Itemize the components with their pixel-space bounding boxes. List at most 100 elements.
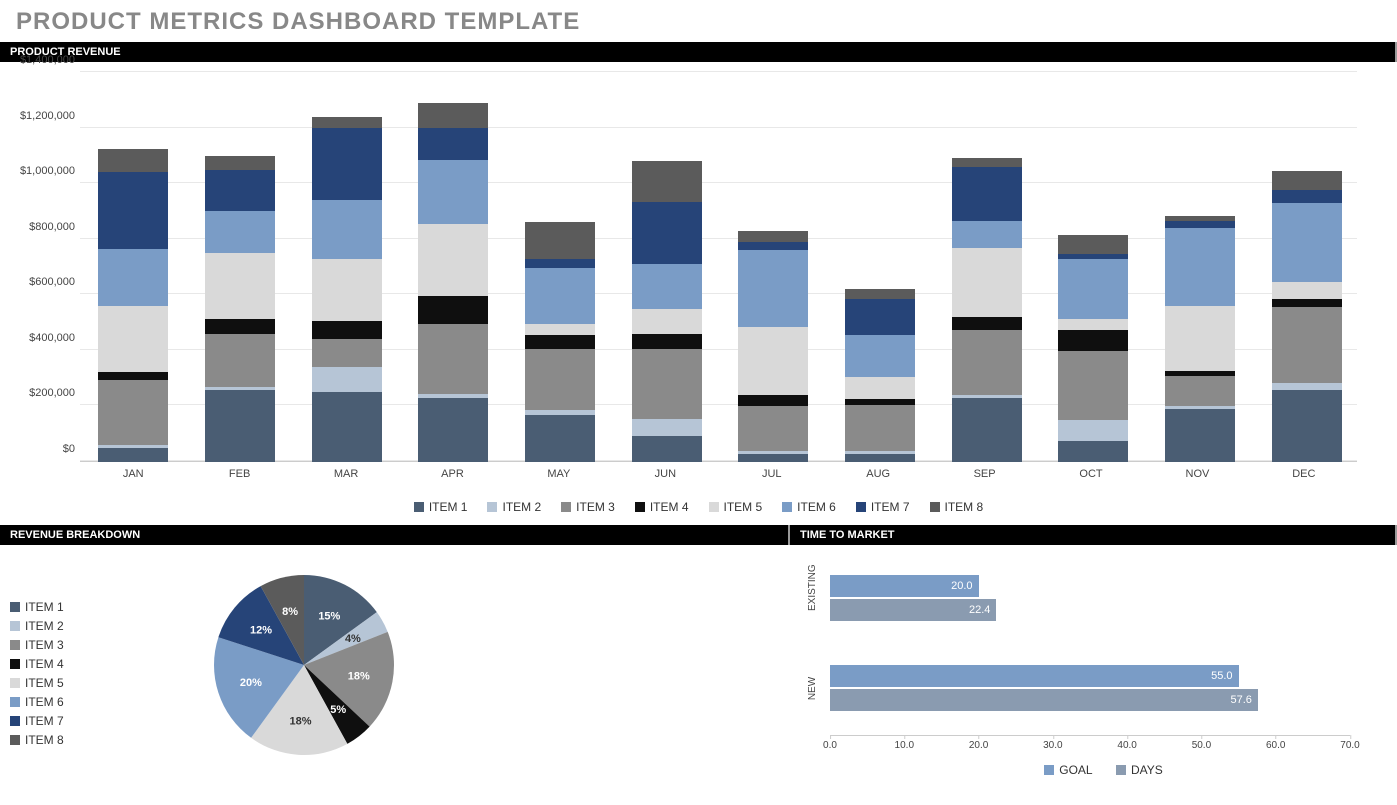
section-header-breakdown: REVENUE BREAKDOWN: [0, 525, 790, 545]
pie-legend-item: ITEM 5: [10, 676, 64, 690]
legend-item: ITEM 6: [782, 500, 836, 514]
bar-segment: [1272, 171, 1342, 191]
x-axis-label: SEP: [931, 462, 1037, 492]
x-axis-label: AUG: [825, 462, 931, 492]
x-axis-label: FEB: [186, 462, 292, 492]
legend-item: ITEM 3: [561, 500, 615, 514]
bar-segment: [418, 398, 488, 462]
pie-legend-item: ITEM 3: [10, 638, 64, 652]
x-axis-label: MAY: [506, 462, 612, 492]
hbar-xtick: 50.0: [1192, 740, 1211, 751]
bar-segment: [952, 158, 1022, 166]
bar-segment: [205, 211, 275, 253]
bar-segment: [418, 160, 488, 224]
bar-oct: [1058, 235, 1128, 462]
bar-segment: [632, 334, 702, 349]
legend-item: ITEM 7: [856, 500, 910, 514]
hbar: 57.6: [830, 689, 1258, 711]
bar-sep: [952, 158, 1022, 462]
time-to-market-chart: EXISTING20.022.4NEW55.057.6 0.010.020.03…: [790, 545, 1397, 786]
pie-legend-item: ITEM 2: [10, 619, 64, 633]
bar-segment: [525, 268, 595, 324]
bar-segment: [952, 330, 1022, 395]
bar-segment: [1272, 203, 1342, 282]
bar-segment: [205, 390, 275, 462]
pie-label: 5%: [330, 704, 346, 716]
hbar-legend: GOAL DAYS: [830, 755, 1377, 786]
bar-segment: [525, 335, 595, 349]
x-axis-label: OCT: [1038, 462, 1144, 492]
bar-chart-legend: ITEM 1ITEM 2ITEM 3ITEM 4ITEM 5ITEM 6ITEM…: [20, 492, 1377, 519]
bar-apr: [418, 103, 488, 462]
bar-segment: [738, 327, 808, 395]
hbar-group-existing: EXISTING20.022.4: [830, 575, 1350, 635]
x-axis-label: APR: [399, 462, 505, 492]
bar-jan: [98, 149, 168, 462]
y-axis-label: $0: [10, 443, 75, 455]
bar-segment: [632, 161, 702, 201]
bar-segment: [1165, 376, 1235, 407]
hbar-xtick: 0.0: [823, 740, 837, 751]
bar-segment: [845, 377, 915, 399]
y-axis-label: $1,200,000: [10, 110, 75, 122]
hbar: 20.0: [830, 575, 979, 597]
bar-segment: [312, 128, 382, 200]
bar-segment: [205, 334, 275, 387]
legend-goal: GOAL: [1044, 763, 1092, 777]
pie-label: 20%: [240, 677, 262, 689]
bar-dec: [1272, 171, 1342, 462]
bar-feb: [205, 156, 275, 462]
y-axis-label: $800,000: [10, 221, 75, 233]
pie-legend-item: ITEM 7: [10, 714, 64, 728]
bar-segment: [1058, 319, 1128, 330]
bar-segment: [952, 167, 1022, 221]
pie-legend-item: ITEM 6: [10, 695, 64, 709]
bar-segment: [1272, 299, 1342, 307]
bar-segment: [525, 324, 595, 335]
bar-segment: [738, 395, 808, 406]
bar-segment: [845, 405, 915, 451]
bar-segment: [312, 200, 382, 259]
hbar-group-new: NEW55.057.6: [830, 665, 1350, 725]
legend-item: ITEM 1: [414, 500, 468, 514]
y-axis-label: $1,400,000: [10, 54, 75, 66]
product-revenue-chart: $0$200,000$400,000$600,000$800,000$1,000…: [0, 62, 1397, 519]
bar-segment: [98, 249, 168, 306]
bar-segment: [98, 306, 168, 371]
bar-segment: [418, 296, 488, 324]
section-header-revenue: PRODUCT REVENUE: [0, 42, 1397, 62]
bar-segment: [1058, 351, 1128, 421]
pie-label: 4%: [345, 633, 361, 645]
bar-segment: [98, 380, 168, 445]
bar-segment: [1058, 235, 1128, 255]
bar-segment: [98, 149, 168, 173]
x-axis-label: MAR: [293, 462, 399, 492]
bar-segment: [1165, 228, 1235, 306]
x-axis-label: NOV: [1144, 462, 1250, 492]
x-axis-label: JUN: [612, 462, 718, 492]
bar-segment: [418, 324, 488, 394]
pie-legend-item: ITEM 1: [10, 600, 64, 614]
bar-segment: [312, 259, 382, 322]
section-header-ttm: TIME TO MARKET: [790, 525, 1397, 545]
legend-item: ITEM 4: [635, 500, 689, 514]
bar-segment: [418, 103, 488, 128]
bar-segment: [738, 454, 808, 462]
legend-item: ITEM 2: [487, 500, 541, 514]
bar-segment: [312, 321, 382, 339]
bar-segment: [312, 367, 382, 392]
bar-segment: [952, 398, 1022, 462]
bar-segment: [632, 202, 702, 265]
revenue-breakdown-chart: ITEM 1ITEM 2ITEM 3ITEM 4ITEM 5ITEM 6ITEM…: [0, 545, 790, 765]
hbar-xtick: 30.0: [1043, 740, 1062, 751]
bar-segment: [845, 335, 915, 377]
bar-segment: [738, 406, 808, 451]
bar-segment: [738, 250, 808, 327]
bar-aug: [845, 289, 915, 462]
bar-segment: [1165, 221, 1235, 228]
bar-segment: [525, 259, 595, 269]
bar-segment: [205, 253, 275, 318]
bar-segment: [1272, 383, 1342, 390]
bar-segment: [1165, 306, 1235, 371]
bar-segment: [1058, 330, 1128, 351]
